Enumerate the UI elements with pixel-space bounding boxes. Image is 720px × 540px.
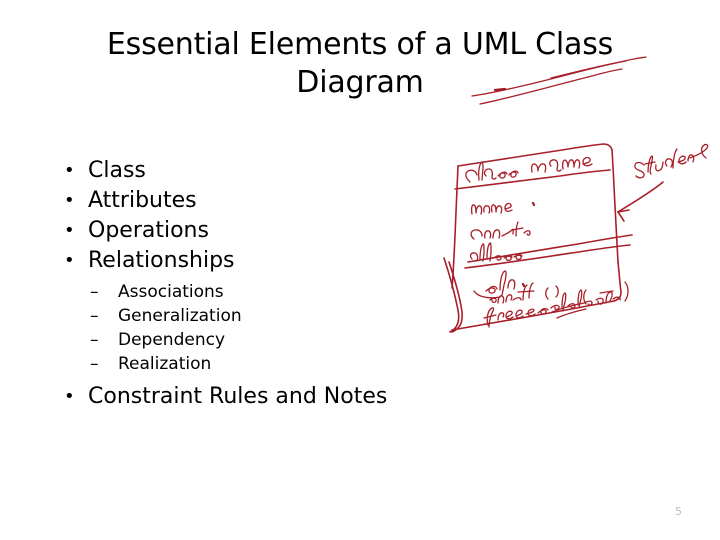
sub-list-item: – Generalization <box>88 304 436 328</box>
dash-marker-icon: – <box>90 330 99 350</box>
bullet-marker-icon: • <box>64 250 75 271</box>
bullet-marker-icon: • <box>64 160 75 181</box>
sub-list-item: – Dependency <box>88 328 436 352</box>
sub-list-item-label: Dependency <box>118 330 226 350</box>
sub-list-item: – Realization <box>88 352 436 376</box>
content-placeholder: • Class • Attributes • Operations • Rela… <box>56 156 436 412</box>
bullet-marker-icon: • <box>64 220 75 241</box>
list-item: • Operations <box>56 216 436 246</box>
ink-callout-student <box>617 143 709 222</box>
ink-text-class-name <box>465 156 593 183</box>
uml-class-box-sketch <box>443 143 633 333</box>
list-item-label: Constraint Rules and Notes <box>88 384 388 409</box>
dash-marker-icon: – <box>90 282 99 302</box>
dash-marker-icon: – <box>90 354 99 374</box>
sub-list-item-label: Realization <box>118 354 212 374</box>
ink-text-operations <box>483 281 629 328</box>
list-item-label: Attributes <box>88 188 197 213</box>
slide-canvas: Essential Elements of a UML Class Diagra… <box>0 0 720 540</box>
list-item: • Constraint Rules and Notes <box>56 382 436 412</box>
list-item: • Class <box>56 156 436 186</box>
list-item-label: Class <box>88 158 146 183</box>
page-title: Essential Elements of a UML Class Diagra… <box>106 27 614 100</box>
sub-list-item: – Associations <box>88 280 436 304</box>
list-item-label: Operations <box>88 218 209 243</box>
sub-list-item-label: Generalization <box>118 306 242 326</box>
bullet-marker-icon: • <box>64 386 75 407</box>
ink-text-attributes <box>469 201 536 299</box>
dash-marker-icon: – <box>90 306 99 326</box>
bullet-list-level1: • Class • Attributes • Operations • Rela… <box>56 156 436 412</box>
list-item: • Attributes <box>56 186 436 216</box>
list-item-label: Relationships <box>88 248 235 273</box>
sub-list-item-label: Associations <box>118 282 224 302</box>
bullet-marker-icon: • <box>64 190 75 211</box>
list-item: • Relationships – Associations – General… <box>56 246 436 376</box>
bullet-list-level2: – Associations – Generalization – Depend… <box>88 280 436 376</box>
slide-number: 5 <box>675 505 682 518</box>
